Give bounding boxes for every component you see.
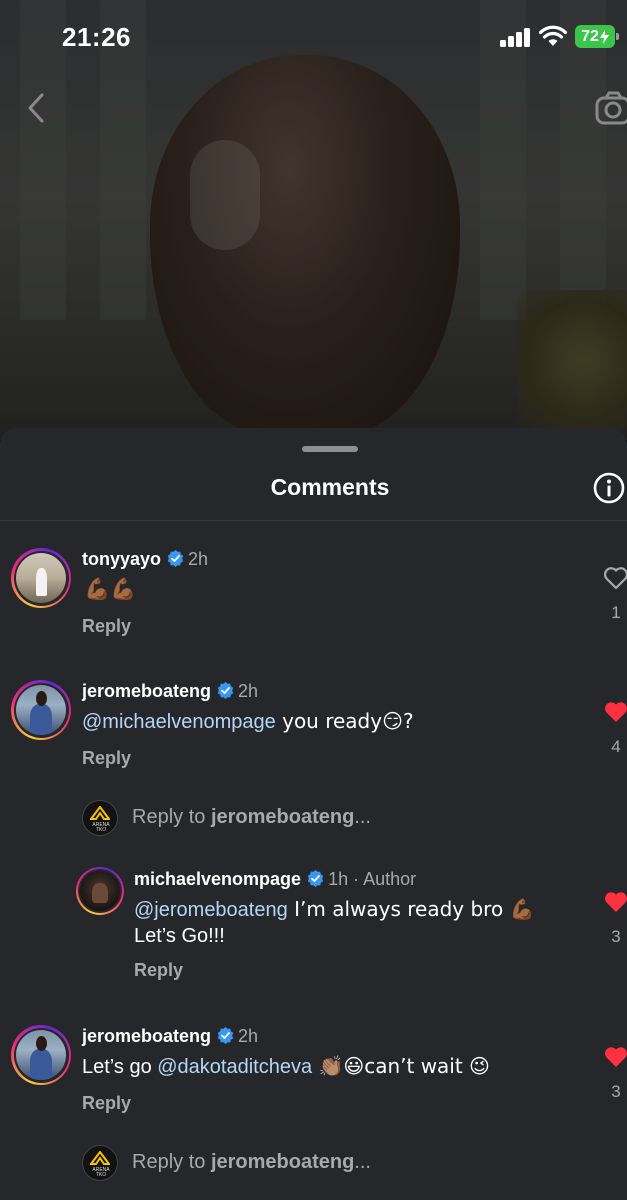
comment-time: 2h	[238, 681, 259, 701]
verified-badge-icon	[167, 550, 184, 567]
verified-badge-icon	[217, 1027, 234, 1044]
comment-username[interactable]: jeromeboateng	[82, 1026, 211, 1046]
comments-sheet: Comments tonyyayo 2h 💪🏾💪🏾 Reply 1 jerome…	[0, 428, 627, 1200]
mention-link[interactable]: @michaelvenompage	[82, 711, 276, 733]
comment-username[interactable]: michaelvenompage	[134, 869, 301, 889]
comment-username[interactable]: jeromeboateng	[82, 681, 211, 701]
avatar[interactable]	[11, 680, 71, 740]
comment-body-line2: Let’s Go!!!	[134, 925, 225, 947]
reply-button[interactable]: Reply	[82, 616, 131, 637]
like-count: 1	[611, 603, 621, 622]
battery-level: 72	[581, 27, 599, 45]
comments-title: Comments	[270, 474, 390, 500]
verified-badge-icon	[307, 870, 324, 887]
reply-button[interactable]: Reply	[82, 748, 131, 769]
avatar[interactable]	[76, 867, 124, 915]
comment-time: 1h	[328, 869, 349, 889]
comment-time: 2h	[188, 549, 209, 569]
camera-icon[interactable]	[594, 90, 627, 128]
avatar[interactable]	[11, 1025, 71, 1085]
cellular-signal-icon	[500, 27, 531, 47]
comment-text: @michaelvenompage you ready😏?	[82, 708, 414, 735]
comment-text: 💪🏾💪🏾	[84, 577, 137, 601]
author-label: · Author	[348, 869, 417, 889]
verified-badge-icon	[217, 682, 234, 699]
comment-username[interactable]: tonyyayo	[82, 549, 161, 569]
chevron-left-icon[interactable]	[22, 92, 52, 124]
comment-item: jeromeboateng 2h @michaelvenompage you re…	[0, 678, 627, 778]
reply-button[interactable]: Reply	[134, 960, 183, 981]
arena-tko-logo: ARENA TKO	[82, 1145, 118, 1181]
comment-body: you ready😏?	[275, 709, 414, 733]
comment-body-prefix: Let’s go	[82, 1056, 158, 1078]
comment-text: Let’s go @dakotaditcheva 👏🏽😃can’t wait 😉	[82, 1053, 490, 1080]
charging-bolt-icon	[599, 29, 609, 44]
sheet-grabber[interactable]	[302, 446, 358, 452]
like-count: 4	[611, 737, 621, 756]
reply-prompt[interactable]: Reply to jeromeboateng...	[132, 806, 371, 829]
comment-time: 2h	[238, 1026, 259, 1046]
status-bar: 21:26 72	[0, 0, 627, 72]
reply-input-row[interactable]: ARENA TKO Reply to jeromeboateng...	[82, 800, 627, 836]
info-icon[interactable]	[593, 471, 627, 505]
heart-filled-icon[interactable]	[603, 700, 627, 724]
heart-outline-icon[interactable]	[603, 566, 627, 590]
heart-filled-icon[interactable]	[603, 890, 627, 914]
reply-prompt[interactable]: Reply to jeromeboateng...	[132, 1151, 371, 1174]
battery-indicator: 72	[575, 25, 619, 48]
reply-input-row[interactable]: ARENA TKO Reply to jeromeboateng...	[82, 1145, 627, 1181]
header-divider	[0, 520, 627, 521]
comment-body: I’m always ready bro 💪🏾	[287, 897, 535, 921]
like-count: 3	[611, 927, 621, 946]
avatar[interactable]	[11, 548, 71, 608]
comment-item: michaelvenompage 1h · Author @jeromeboate…	[0, 866, 627, 986]
mention-link[interactable]: @dakotaditcheva	[157, 1056, 312, 1078]
comment-body: 👏🏽😃can’t wait 😉	[312, 1054, 490, 1078]
wifi-icon	[539, 25, 567, 46]
comment-item: tonyyayo 2h 💪🏾💪🏾 Reply 1	[0, 546, 627, 646]
comment-text: @jeromeboateng I’m always ready bro 💪🏾 L…	[134, 896, 574, 949]
mention-link[interactable]: @jeromeboateng	[134, 899, 288, 921]
reply-button[interactable]: Reply	[82, 1093, 131, 1114]
heart-filled-icon[interactable]	[603, 1045, 627, 1069]
like-count: 3	[611, 1082, 621, 1101]
arena-tko-logo: ARENA TKO	[82, 800, 118, 836]
status-time: 21:26	[62, 22, 131, 52]
comment-item: jeromeboateng 2h Let’s go @dakotaditcheva…	[0, 1023, 627, 1123]
